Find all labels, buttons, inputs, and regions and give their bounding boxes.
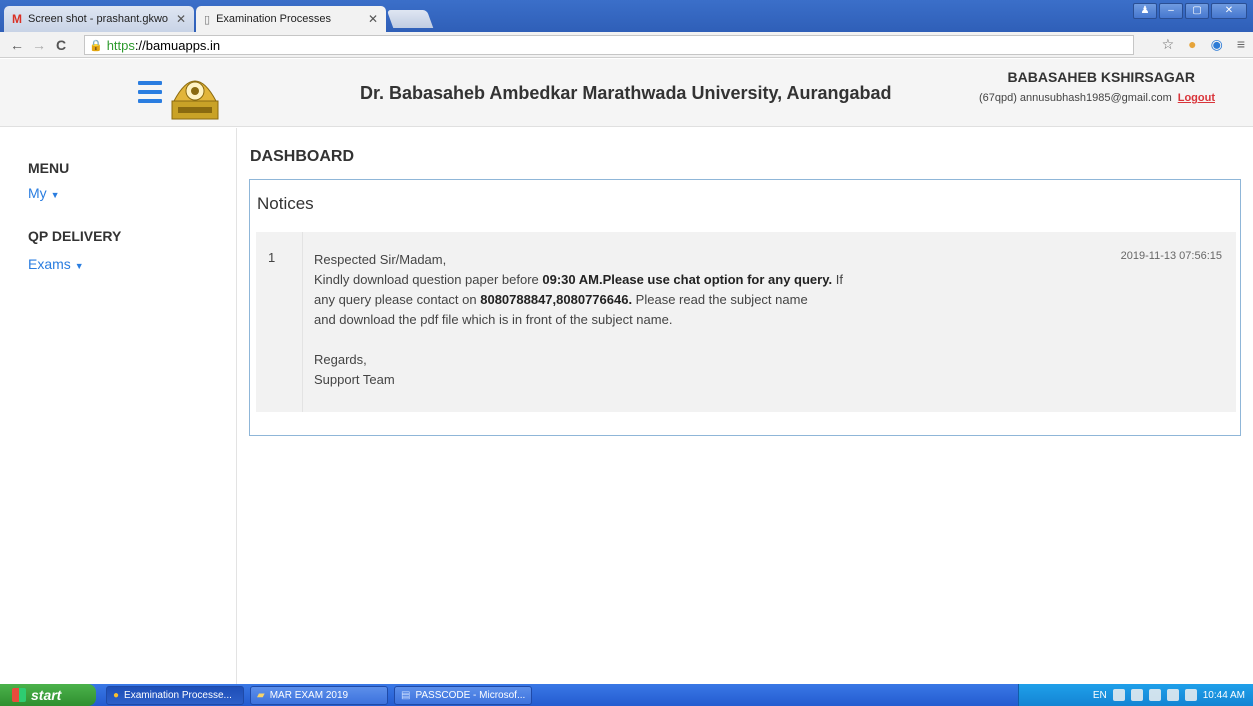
forward-icon[interactable]: → [28, 37, 50, 53]
notice-line: and download the pdf file which is in fr… [314, 312, 673, 327]
start-label: start [31, 687, 62, 703]
windows-taskbar: start ● Examination Processe... ▰ MAR EX… [0, 684, 1253, 706]
network-icon[interactable] [1130, 689, 1143, 701]
extension-icon[interactable]: ● [1188, 36, 1196, 53]
url-host: ://bamuapps.in [134, 37, 221, 53]
chrome-icon: ● [113, 690, 120, 701]
extension-icon[interactable]: ◉ [1211, 36, 1223, 53]
user-icon[interactable]: ♟ [1133, 3, 1157, 19]
user-email-text: (67qpd) annusubhash1985@gmail.com [978, 92, 1172, 104]
tray-app-icon[interactable] [1184, 689, 1197, 701]
browser-toolbar: ← → C 🔒 https://bamuapps.in ☆ ● ◉ ≡ [0, 32, 1253, 58]
notice-greeting: Respected Sir/Madam, [314, 252, 447, 267]
table-row: 1 Respected Sir/Madam, Kindly download q… [256, 232, 1236, 412]
tab-gmail[interactable]: M Screen shot - prashant.gkwo ✕ [4, 6, 194, 32]
gmail-icon: M [12, 12, 22, 26]
clock: 10:44 AM [1202, 689, 1245, 701]
security-icon[interactable] [1166, 689, 1179, 701]
windows-logo-icon [12, 688, 26, 702]
tab-examination-processes[interactable]: ▯ Examination Processes ✕ [196, 6, 386, 32]
notice-body: Respected Sir/Madam, Kindly download que… [314, 250, 974, 390]
notice-line: any query please contact on 8080788847,8… [314, 292, 808, 307]
app-header: Dr. Babasaheb Ambedkar Marathwada Univer… [0, 59, 1253, 127]
sidebar: MENU My ▼ QP DELIVERY Exams ▼ [0, 128, 237, 684]
notice-signature: Support Team [314, 372, 395, 387]
close-icon[interactable]: ✕ [176, 12, 186, 26]
user-email: (67qpd) annusubhash1985@gmail.com Logout [979, 92, 1215, 104]
language-indicator[interactable]: EN [1093, 690, 1107, 701]
word-document-icon: ▤ [401, 690, 411, 701]
lock-icon: 🔒 [89, 39, 103, 52]
new-tab-button[interactable] [386, 10, 434, 28]
menu-icon[interactable]: ≡ [1237, 36, 1245, 53]
caret-down-icon: ▼ [74, 261, 84, 271]
help-icon[interactable] [1112, 689, 1125, 701]
user-name: BABASAHEB KSHIRSAGAR [1007, 69, 1195, 85]
tab-title: Screen shot - prashant.gkwo [28, 13, 169, 25]
menu-heading: MENU [28, 160, 70, 176]
window-controls: ♟ – ▢ ✕ [1133, 3, 1247, 21]
minimize-icon[interactable]: – [1159, 3, 1183, 19]
system-tray: EN 10:44 AM [1018, 684, 1253, 706]
volume-icon[interactable] [1148, 689, 1161, 701]
address-bar[interactable]: 🔒 https://bamuapps.in [84, 35, 1134, 55]
maximize-icon[interactable]: ▢ [1185, 3, 1209, 19]
start-button[interactable]: start [0, 684, 96, 706]
university-title: Dr. Babasaheb Ambedkar Marathwada Univer… [360, 83, 892, 103]
my-dropdown[interactable]: My ▼ [28, 185, 59, 201]
url-protocol: https [106, 37, 135, 53]
panel-title: Notices [257, 194, 314, 213]
my-label: My [28, 185, 47, 201]
taskbar-item-chrome[interactable]: ● Examination Processe... [106, 686, 244, 705]
caret-down-icon: ▼ [50, 190, 60, 200]
logout-link[interactable]: Logout [1178, 92, 1215, 104]
hamburger-menu-icon[interactable] [138, 81, 162, 103]
notice-number: 1 [256, 232, 303, 412]
notice-regards: Regards, [314, 352, 367, 367]
exams-dropdown[interactable]: Exams ▼ [28, 256, 84, 272]
tab-title: Examination Processes [216, 13, 332, 25]
notice-timestamp: 2019-11-13 07:56:15 [1120, 250, 1222, 262]
notices-panel: Notices 1 Respected Sir/Madam, Kindly do… [249, 179, 1241, 436]
back-icon[interactable]: ← [6, 37, 28, 53]
taskbar-item-word[interactable]: ▤ PASSCODE - Microsof... [394, 686, 532, 705]
taskbar-item-folder[interactable]: ▰ MAR EXAM 2019 [250, 686, 388, 705]
exams-label: Exams [28, 256, 71, 272]
reload-icon[interactable]: C [50, 37, 72, 53]
folder-icon: ▰ [257, 690, 265, 701]
page-icon: ▯ [204, 13, 211, 26]
close-icon[interactable]: ✕ [368, 12, 378, 26]
star-icon[interactable]: ☆ [1162, 36, 1175, 53]
university-logo [171, 80, 219, 120]
qp-delivery-heading: QP DELIVERY [28, 228, 122, 244]
close-window-icon[interactable]: ✕ [1211, 3, 1247, 19]
page-title: DASHBOARD [250, 148, 354, 165]
notice-line: Kindly download question paper before 09… [314, 272, 843, 287]
browser-tab-strip: M Screen shot - prashant.gkwo ✕ ▯ Examin… [0, 0, 1253, 32]
